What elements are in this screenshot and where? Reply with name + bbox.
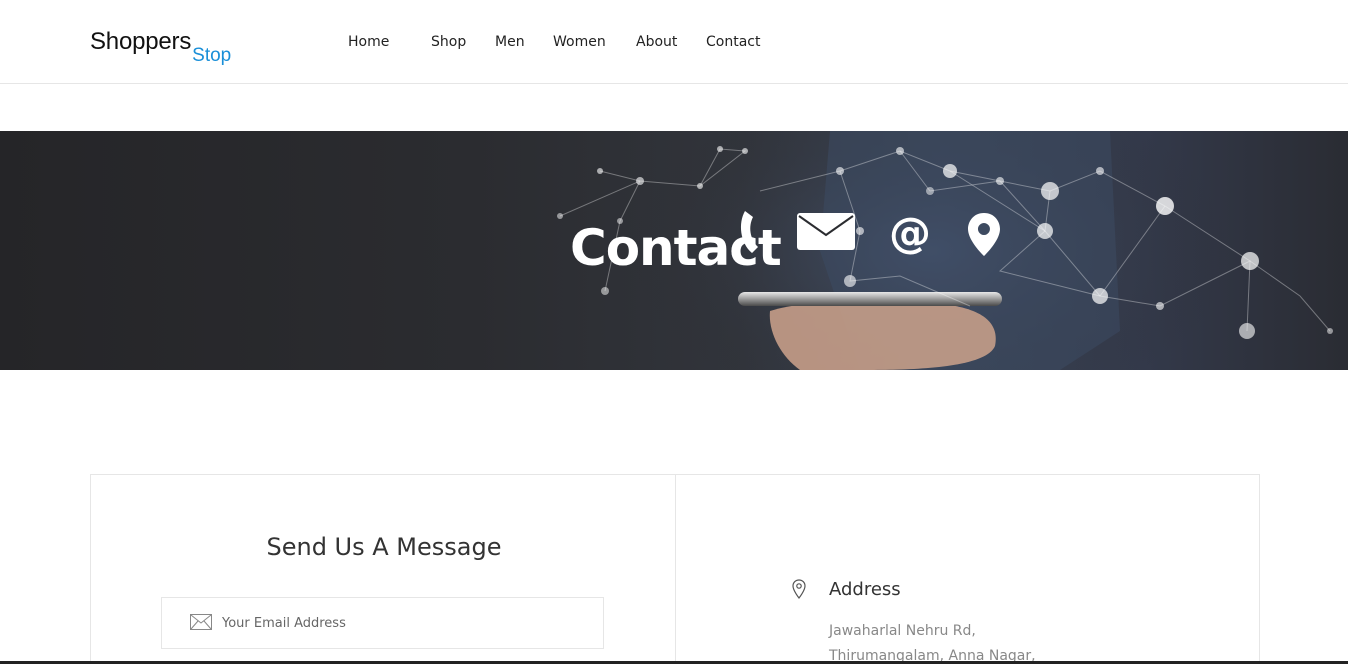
- email-field[interactable]: [161, 597, 604, 649]
- message-form-panel: Send Us A Message: [90, 474, 676, 664]
- envelope-icon: [797, 213, 855, 250]
- form-title: Send Us A Message: [266, 533, 502, 561]
- logo-sub-text: Stop: [192, 45, 232, 66]
- address-title: Address: [829, 579, 901, 600]
- banner-title: Contact: [570, 219, 782, 277]
- at-sign-icon: @: [889, 208, 931, 257]
- hand-shape: [769, 301, 996, 370]
- nav-about[interactable]: About: [636, 34, 677, 50]
- contact-banner: @ Contact: [0, 131, 1348, 370]
- site-header: ShoppersStop Home Shop Men Women About C…: [0, 0, 1348, 84]
- email-input[interactable]: [222, 598, 592, 648]
- nav-men[interactable]: Men: [495, 34, 525, 50]
- nav-home[interactable]: Home: [348, 34, 389, 50]
- nav-women[interactable]: Women: [553, 34, 606, 50]
- map-pin-icon: [792, 579, 806, 603]
- phone-shape: [738, 292, 1002, 306]
- nav-contact[interactable]: Contact: [706, 34, 760, 50]
- nav-shop[interactable]: Shop: [431, 34, 466, 50]
- contact-info-panel: Address Jawaharlal Nehru Rd, Thirumangal…: [675, 474, 1260, 664]
- site-logo[interactable]: ShoppersStop: [90, 28, 231, 66]
- logo-main-text: Shoppers: [90, 28, 192, 55]
- address-line-1: Jawaharlal Nehru Rd,: [829, 623, 976, 639]
- envelope-icon: [190, 614, 212, 634]
